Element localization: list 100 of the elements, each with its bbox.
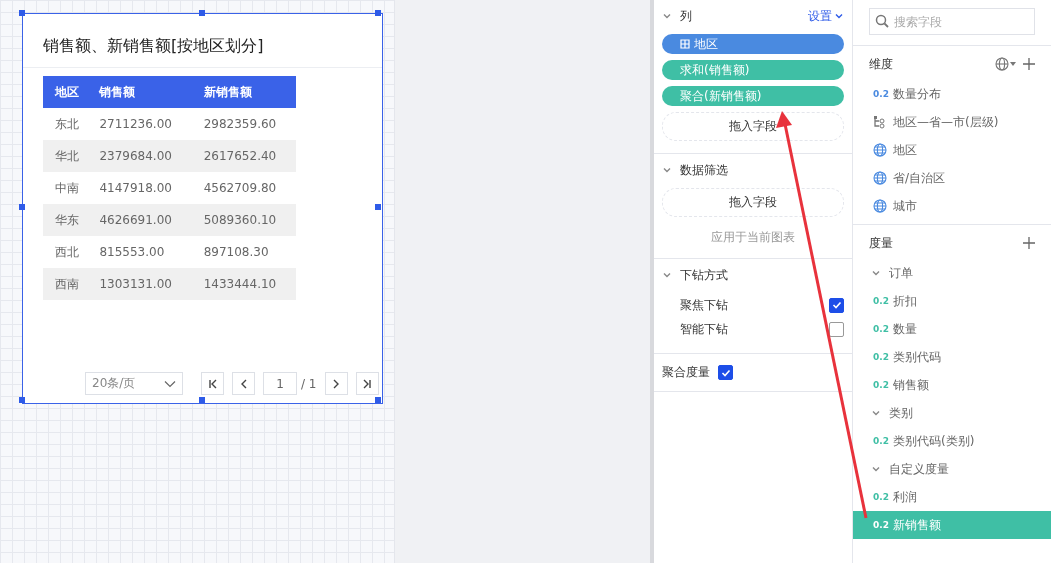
field-label: 利润 (893, 488, 917, 506)
table-cell: 5089360.10 (191, 204, 296, 236)
column-header: 新销售额 (191, 76, 296, 108)
globe-icon[interactable] (995, 57, 1017, 71)
group-title: 维度 (869, 55, 893, 73)
last-page-button[interactable] (355, 372, 379, 395)
add-icon[interactable] (1023, 58, 1035, 70)
field-row[interactable]: 0.2 折扣 (853, 287, 1051, 315)
field-pill[interactable]: 地区 (662, 34, 844, 54)
chevron-icon[interactable] (871, 464, 881, 474)
table-cell: 4562709.80 (191, 172, 296, 204)
field-row[interactable]: 0.2 销售额 (853, 371, 1051, 399)
settings-link[interactable]: 设置 (808, 7, 844, 25)
section-title: 数据筛选 (680, 161, 729, 179)
previous-page-button[interactable] (232, 372, 255, 395)
field-label: 类别代码 (893, 348, 941, 366)
field-label: 类别代码(类别) (893, 432, 975, 450)
chart-title: 销售额、新销售额[按地区划分] (23, 14, 382, 68)
number-type-icon: 0.2 (873, 436, 887, 446)
resize-handle[interactable] (19, 397, 25, 403)
hierarchy-icon (873, 115, 887, 129)
table-cell: 1433444.10 (191, 268, 296, 300)
number-type-icon: 0.2 (873, 492, 887, 502)
folder-label[interactable]: 类别 (889, 404, 913, 422)
add-icon[interactable] (1023, 237, 1035, 249)
globe-icon (873, 199, 887, 213)
chevron-icon[interactable] (871, 268, 881, 278)
field-item[interactable]: 数量分布 (893, 85, 941, 103)
resize-handle[interactable] (375, 10, 381, 16)
check-icon (720, 367, 731, 378)
grid-icon (680, 39, 690, 49)
section-title: 列 (680, 7, 693, 25)
table-cell: 4147918.00 (87, 172, 192, 204)
field-item[interactable]: 地区—省—市(层级) (893, 113, 999, 131)
checkbox[interactable] (829, 297, 844, 313)
field-label: 销售额 (893, 376, 929, 394)
table-cell: 东北 (43, 108, 88, 140)
group-title: 度量 (869, 234, 893, 252)
table-cell: 2711236.00 (87, 108, 192, 140)
search-field[interactable]: 搜索字段 (869, 8, 1035, 35)
resize-handle[interactable] (375, 204, 381, 210)
section-title: 下钻方式 (680, 266, 729, 284)
field-label: 新销售额 (893, 516, 941, 534)
table-cell: 2617652.40 (191, 140, 296, 172)
globe-icon (873, 143, 887, 157)
field-item[interactable]: 城市 (893, 197, 917, 215)
field-row[interactable]: 0.2 类别代码 (853, 343, 1051, 371)
checkbox[interactable] (718, 365, 733, 380)
field-item[interactable]: 省/自治区 (893, 169, 946, 187)
number-type-icon: 0.2 (873, 520, 887, 530)
chevron-right-icon (331, 378, 341, 389)
number-type-icon: 0.2 (873, 89, 887, 99)
number-type-icon: 0.2 (873, 352, 887, 362)
chevron-icon[interactable] (662, 165, 672, 175)
option-label: 聚合度量 (662, 364, 710, 381)
resize-handle[interactable] (375, 397, 381, 403)
chevron-icon[interactable] (871, 408, 881, 418)
table-cell: 815553.00 (87, 236, 192, 268)
resize-handle[interactable] (19, 10, 25, 16)
option-label: 聚焦下钻 (680, 296, 728, 314)
table-cell: 华东 (43, 204, 88, 236)
table-cell: 华北 (43, 140, 88, 172)
column-header: 地区 (43, 76, 88, 108)
column-header: 销售额 (87, 76, 192, 108)
chevron-icon[interactable] (662, 11, 672, 21)
checkbox[interactable] (829, 321, 844, 337)
field-item[interactable]: 地区 (893, 141, 917, 159)
globe-icon (873, 171, 887, 185)
page-number-field[interactable]: 1 (263, 372, 297, 395)
filter-note: 应用于当前图表 (710, 229, 796, 246)
table-cell: 2379684.00 (87, 140, 192, 172)
page-total: / 1 (301, 376, 317, 391)
folder-label[interactable]: 订单 (889, 264, 913, 282)
resize-handle[interactable] (199, 10, 205, 16)
field-row[interactable]: 0.2 数量 (853, 315, 1051, 343)
table-cell: 西南 (43, 268, 88, 300)
option-label: 智能下钻 (680, 320, 728, 338)
table-cell: 中南 (43, 172, 88, 204)
field-row[interactable]: 0.2 类别代码(类别) (853, 427, 1051, 455)
number-type-icon: 0.2 (873, 380, 887, 390)
chevron-down-icon (834, 11, 844, 21)
table-cell: 4626691.00 (87, 204, 192, 236)
chevron-down-icon (164, 379, 176, 388)
resize-handle[interactable] (19, 204, 25, 210)
table-cell: 西北 (43, 236, 88, 268)
first-page-icon (207, 378, 218, 389)
field-label: 数量 (893, 320, 917, 338)
first-page-button[interactable] (201, 372, 224, 395)
table-cell: 1303131.00 (87, 268, 192, 300)
table-cell: 2982359.60 (191, 108, 296, 140)
field-row[interactable]: 0.2 利润 (853, 483, 1051, 511)
number-type-icon: 0.2 (873, 296, 887, 306)
folder-label[interactable]: 自定义度量 (889, 460, 949, 478)
resize-handle[interactable] (199, 397, 205, 403)
next-page-button[interactable] (324, 372, 348, 395)
check-icon (831, 300, 842, 310)
chevron-icon[interactable] (662, 270, 672, 280)
field-label: 折扣 (893, 292, 917, 310)
page-size-select[interactable]: 20条/页 (85, 372, 183, 395)
table-cell: 897108.30 (191, 236, 296, 268)
